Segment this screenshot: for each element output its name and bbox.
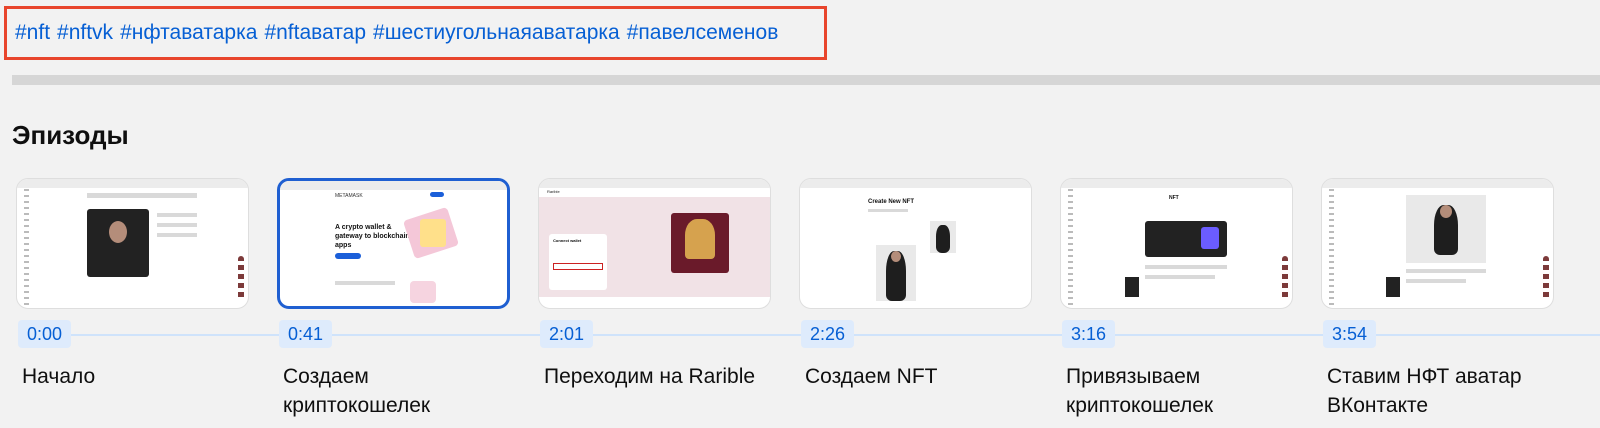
episode-thumbnail[interactable] [16, 178, 249, 309]
episode-timestamp[interactable]: 3:54 [1323, 320, 1377, 348]
episode-title[interactable]: Привязываем криптокошелек [1066, 362, 1291, 420]
episode-thumbnail[interactable]: Create New NFT [799, 178, 1032, 309]
rarible-logo: Rarible [547, 189, 560, 194]
connect-wallet-title: Connect wallet [553, 238, 582, 243]
episode-item-start[interactable]: 0:00 Начало [16, 178, 249, 388]
episodes-list: 0:00 Начало METAMASK A crypto wallet & g… [0, 178, 1600, 428]
hashtag-link[interactable]: #павелсеменов [627, 21, 779, 45]
episode-thumbnail-active[interactable]: METAMASK A crypto wallet & gateway to bl… [277, 178, 510, 309]
episode-item-link-wallet[interactable]: NFT 3:16 Привязываем криптокошелек [1060, 178, 1293, 417]
create-nft-heading: Create New NFT [868, 199, 915, 205]
episode-thumbnail[interactable] [1321, 178, 1554, 309]
vk-nft-title: NFT [1169, 195, 1179, 201]
episode-timestamp[interactable]: 2:01 [540, 320, 594, 348]
episode-timestamp[interactable]: 0:41 [279, 320, 333, 348]
episode-thumbnail[interactable]: NFT [1060, 178, 1293, 309]
metamask-logo: METAMASK [335, 193, 363, 199]
section-divider [12, 75, 1600, 85]
hashtag-list: #nft #nftvk #нфтаватарка #nftаватар #шес… [15, 21, 778, 45]
episode-item-create-nft[interactable]: Create New NFT 2:26 Создаем NFT [799, 178, 1032, 388]
episode-timestamp[interactable]: 0:00 [18, 320, 72, 348]
metamask-headline: A crypto wallet & gateway to blockchain … [335, 224, 410, 249]
episode-item-vk-avatar[interactable]: 3:54 Ставим НФТ аватар ВКонтакте [1321, 178, 1554, 417]
episode-timestamp[interactable]: 3:16 [1062, 320, 1116, 348]
hashtag-link[interactable]: #нфтаватарка [120, 21, 257, 45]
episode-title[interactable]: Создаем криптокошелек [283, 362, 508, 420]
hashtag-link[interactable]: #шестиугольнаяаватарка [373, 21, 620, 45]
episode-title[interactable]: Создаем NFT [805, 362, 1030, 391]
hashtag-link[interactable]: #nftаватар [264, 21, 366, 45]
episode-item-rarible[interactable]: Rarible Connect wallet 2:01 Переходим на… [538, 178, 771, 388]
episode-item-wallet[interactable]: METAMASK A crypto wallet & gateway to bl… [277, 178, 510, 417]
portrait-photo [87, 209, 149, 277]
hashtags-highlight-box: #nft #nftvk #нфтаватарка #nftаватар #шес… [4, 6, 827, 60]
episode-title[interactable]: Ставим НФТ аватар ВКонтакте [1327, 362, 1552, 420]
episode-timestamp[interactable]: 2:26 [801, 320, 855, 348]
episode-title[interactable]: Переходим на Rarible [544, 362, 769, 391]
episodes-heading: Эпизоды [12, 120, 129, 150]
episode-thumbnail[interactable]: Rarible Connect wallet [538, 178, 771, 309]
hashtag-link[interactable]: #nft [15, 21, 50, 45]
hashtag-link[interactable]: #nftvk [57, 21, 113, 45]
episode-title[interactable]: Начало [22, 362, 247, 391]
